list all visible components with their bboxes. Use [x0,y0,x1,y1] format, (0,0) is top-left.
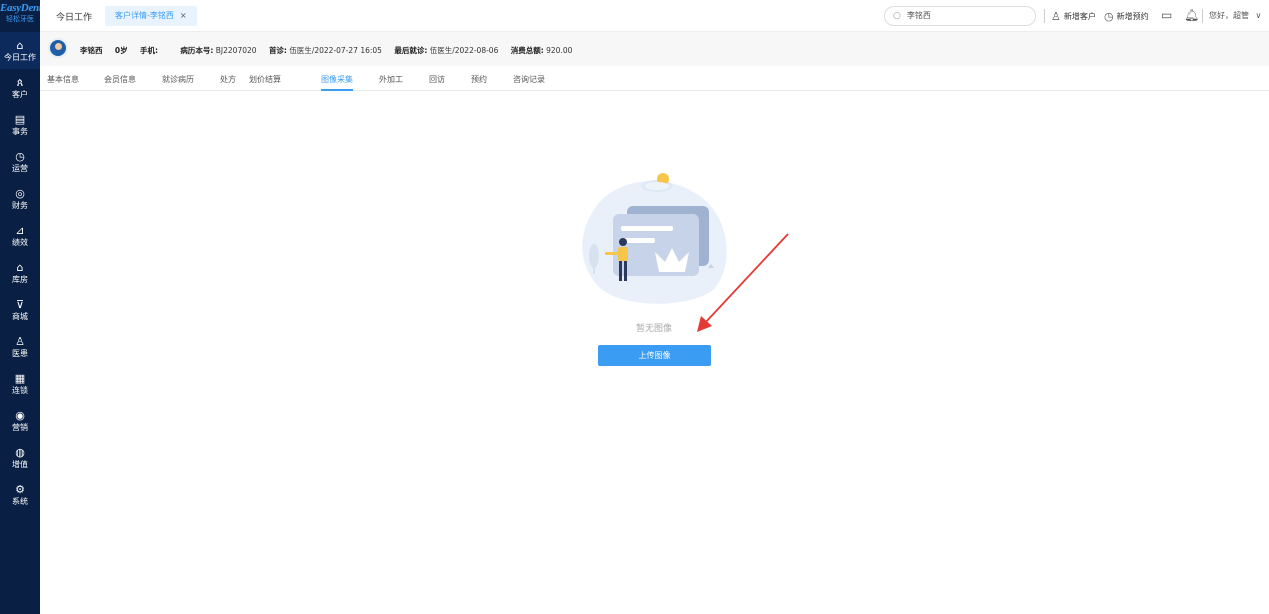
new-customer-label: 新增客户 [1063,12,1096,21]
first-visit-value: 伍医生/2022-07-27 16:05 [289,46,382,55]
sidebar-nav: ⌂ 今日工作 ጰ 客户 ▤ 事务 ◷ 运营 ◎ 财务 ⊿ 绩效 ⌂ 库房 ⊽ 商城 ♙ 医患 ▦ 连锁 ◉ 营销 ◍ 增值 ⚙ 系… [0,32,40,513]
sidebar-item[interactable]: ◷ 运营 [0,143,40,180]
tab-customer-detail-label: 客户详情-李铭西 [115,11,174,20]
tab-external-processing[interactable]: 外加工 [379,74,403,85]
patient-name: 李铭西 [80,46,103,55]
sidebar-item[interactable]: ▤ 事务 [0,106,40,143]
divider [1202,9,1203,23]
patient-age: 0岁 [114,46,128,55]
phone-label: 手机: [140,46,158,55]
patient-info-bar: 李铭西 0岁 手机: 病历本号: BJ2207020 首诊: 伍医生/2022-… [40,32,1269,66]
search-icon: ○ [893,11,901,21]
tab-today-work[interactable]: 今日工作 [56,10,92,23]
brand-name: EasyDent [0,2,42,14]
sidebar-item[interactable]: ◉ 营销 [0,402,40,439]
avatar [48,38,68,58]
money-icon: ◎ [15,186,25,200]
marketing-icon: ◉ [15,408,25,422]
sidebar-item[interactable]: ⌂ 今日工作 [0,32,40,69]
clock-icon: ◷ [15,149,25,163]
sidebar-item[interactable]: ⊿ 绩效 [0,217,40,254]
last-visit-label: 最后就诊: [394,46,428,55]
cart-icon: ⊽ [15,297,25,311]
tab-appointment[interactable]: 预约 [471,74,487,85]
chevron-down-icon: ∨ [1255,11,1262,20]
sidebar-item-label: 今日工作 [4,52,36,62]
sidebar: EasyDent 轻松牙医 ⌂ 今日工作 ጰ 客户 ▤ 事务 ◷ 运营 ◎ 财务 ⊿ 绩效 ⌂ 库房 ⊽ 商城… [0,0,42,614]
brand-subtitle: 轻松牙医 [6,15,34,23]
user-menu[interactable]: 您好，超管 ∨ [1209,10,1261,21]
settings-icon: ⚙ [15,482,25,496]
divider [1044,9,1045,23]
sidebar-item[interactable]: ⚙ 系统 [0,476,40,513]
sidebar-item[interactable]: ጰ 客户 [0,69,40,106]
new-customer-button[interactable]: ♙ 新增客户 [1051,10,1096,23]
upload-image-button[interactable]: 上传图像 [598,345,711,366]
sidebar-item-label: 客户 [12,89,28,99]
total-label: 消费总额: [510,46,544,55]
message-icon[interactable]: ▭ [1161,8,1172,22]
sidebar-item-label: 系统 [12,496,28,506]
sidebar-item-label: 财务 [12,200,28,210]
sidebar-item[interactable]: ◎ 财务 [0,180,40,217]
sidebar-item[interactable]: ◍ 增值 [0,439,40,476]
tab-follow-up[interactable]: 回访 [429,74,445,85]
new-appointment-button[interactable]: ◷ 新增预约 [1104,10,1149,23]
last-visit-value: 伍医生/2022-08-06 [429,46,499,55]
value-added-icon: ◍ [15,445,25,459]
sidebar-item-label: 医患 [12,348,28,358]
record-label: 病历本号: [180,46,214,55]
sidebar-item[interactable]: ⊽ 商城 [0,291,40,328]
tab-member-info[interactable]: 会员信息 [104,74,136,85]
new-appointment-label: 新增预约 [1116,12,1149,21]
tab-basic-info[interactable]: 基本信息 [47,74,79,85]
tab-prescription[interactable]: 处方 [220,74,236,85]
tab-consultation[interactable]: 咨询记录 [513,74,545,85]
warehouse-icon: ⌂ [16,260,24,274]
sidebar-item-label: 库房 [12,274,28,284]
record-value: BJ2207020 [215,46,257,55]
doctor-icon: ♙ [15,334,25,348]
first-visit-label: 首诊: [268,46,287,55]
tab-customer-detail[interactable]: 客户详情-李铭西 × [105,6,197,26]
home-icon: ⌂ [16,38,24,52]
sidebar-item-label: 增值 [12,459,28,469]
annotation-arrow [697,233,789,332]
sidebar-item[interactable]: ⌂ 库房 [0,254,40,291]
add-clock-icon: ◷ [1104,10,1114,23]
search-input[interactable]: ○ 李铭西 [884,6,1036,26]
top-bar: 今日工作 客户详情-李铭西 × ○ 李铭西 ♙ 新增客户 ◷ 新增预约 ▭ 🔔︎ … [40,0,1269,32]
sidebar-item-label: 连锁 [12,385,28,395]
tab-image-capture[interactable]: 图像采集 [321,74,353,91]
tab-medical-records[interactable]: 就诊病历 [162,74,194,85]
greeting-text: 您好，超管 [1209,11,1249,20]
sidebar-item-label: 事务 [12,126,28,136]
calendar-icon: ▤ [14,112,26,126]
logo: EasyDent 轻松牙医 [0,0,42,32]
sidebar-item-label: 运营 [12,163,28,173]
chain-icon: ▦ [14,371,26,385]
patient-info: 李铭西 0岁 手机: 病历本号: BJ2207020 首诊: 伍医生/2022-… [80,45,582,56]
search-value: 李铭西 [906,11,931,20]
sidebar-item[interactable]: ♙ 医患 [0,328,40,365]
chart-icon: ⊿ [15,223,25,237]
sidebar-item-label: 绩效 [12,237,28,247]
tab-billing[interactable]: 划价结算 [249,74,281,85]
total-value: 920.00 [546,46,573,55]
detail-tabs: 基本信息 会员信息 就诊病历 处方 划价结算 图像采集 外加工 回访 预约 咨询… [40,66,1269,91]
sidebar-item[interactable]: ▦ 连锁 [0,365,40,402]
user-icon: ጰ [16,75,24,89]
sidebar-item-label: 商城 [12,311,28,321]
close-icon[interactable]: × [180,11,187,20]
add-user-icon: ♙ [1051,10,1061,23]
bell-icon[interactable]: 🔔︎ [1184,8,1199,22]
sidebar-item-label: 营销 [12,422,28,432]
